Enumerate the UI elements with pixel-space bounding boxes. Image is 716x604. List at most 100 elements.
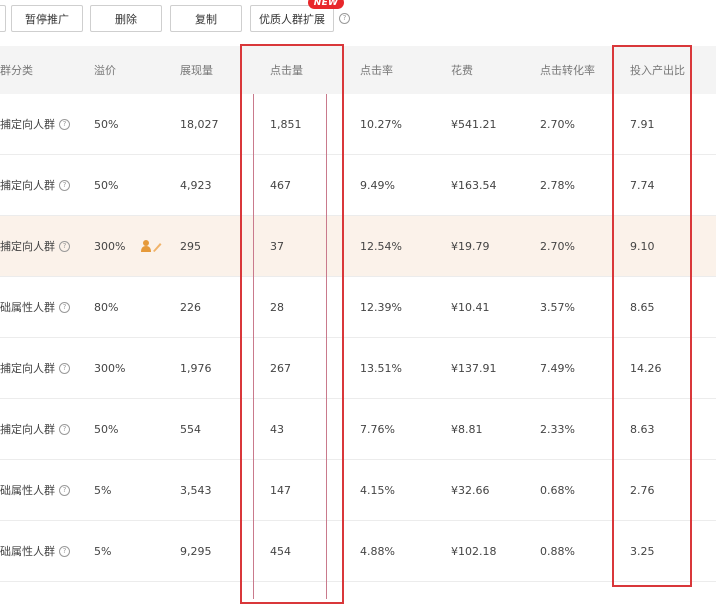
row-premium-text: 50% bbox=[94, 117, 119, 131]
help-icon[interactable]: ? bbox=[59, 423, 70, 435]
row-roi-text: 14.26 bbox=[630, 361, 662, 375]
row-ctr-text: 12.39% bbox=[360, 300, 402, 314]
row-cost-text: ¥102.18 bbox=[451, 544, 497, 558]
row-category: 捕定向人群? bbox=[0, 94, 70, 154]
help-icon[interactable]: ? bbox=[339, 13, 350, 24]
header-premium[interactable]: 溢价 bbox=[94, 46, 116, 94]
row-impressions: 295 bbox=[180, 216, 201, 276]
table-row[interactable]: 捕定向人群? 300% 1,976 267 13.51% ¥137.91 7.49% 14.2… bbox=[0, 338, 716, 399]
row-roi-text: 3.25 bbox=[630, 544, 655, 558]
toolbar: 暂停推广 删除 复制 优质人群扩展 NEW ? bbox=[0, 0, 716, 40]
row-cvr-text: 2.70% bbox=[540, 239, 575, 253]
row-premium: 5% bbox=[94, 521, 111, 581]
help-icon[interactable]: ? bbox=[59, 484, 70, 496]
row-ctr-text: 12.54% bbox=[360, 239, 402, 253]
header-roi[interactable]: 投入产出比 bbox=[630, 46, 685, 94]
row-clicks-text: 28 bbox=[270, 300, 284, 314]
help-icon[interactable]: ? bbox=[59, 301, 70, 313]
row-premium-text: 5% bbox=[94, 544, 112, 558]
table-header: 群分类 溢价 展现量 点击量 点击率 花费 点击转化率 投入产出比 bbox=[0, 46, 716, 94]
row-impressions: 18,027 bbox=[180, 94, 219, 154]
edit-premium-icon[interactable] bbox=[140, 239, 162, 253]
row-premium: 50% bbox=[94, 399, 118, 459]
table-row[interactable]: 捕定向人群? 50% 18,027 1,851 10.27% ¥541.21 2.70% 7.… bbox=[0, 94, 716, 155]
row-premium: 50% bbox=[94, 94, 118, 154]
row-cost-text: ¥163.54 bbox=[451, 178, 497, 192]
row-cvr: 2.70% bbox=[540, 216, 575, 276]
row-roi: 14.26 bbox=[630, 338, 662, 398]
row-ctr-text: 10.27% bbox=[360, 117, 402, 131]
row-ctr-text: 13.51% bbox=[360, 361, 402, 375]
table-row[interactable]: 础属性人群? 5% 3,543 147 4.15% ¥32.66 0.68% 2.76 bbox=[0, 460, 716, 521]
help-icon[interactable]: ? bbox=[59, 179, 70, 191]
row-premium-text: 50% bbox=[94, 422, 119, 436]
header-cost[interactable]: 花费 bbox=[451, 46, 473, 94]
row-ctr: 4.15% bbox=[360, 460, 395, 520]
delete-button[interactable]: 删除 bbox=[90, 5, 162, 32]
row-impressions-text: 295 bbox=[180, 239, 201, 253]
row-cost: ¥137.91 bbox=[451, 338, 497, 398]
row-category-text: 捕定向人群 bbox=[0, 240, 55, 253]
row-category: 捕定向人群? bbox=[0, 155, 70, 215]
header-clicks[interactable]: 点击量 bbox=[270, 46, 303, 94]
row-roi: 2.76 bbox=[630, 460, 655, 520]
row-category: 础属性人群? bbox=[0, 460, 70, 520]
row-cost-text: ¥541.21 bbox=[451, 117, 497, 131]
row-impressions-text: 18,027 bbox=[180, 117, 219, 131]
row-clicks: 467 bbox=[270, 155, 291, 215]
row-category: 捕定向人群? bbox=[0, 216, 70, 276]
help-icon[interactable]: ? bbox=[59, 362, 70, 374]
row-cvr-text: 2.78% bbox=[540, 178, 575, 192]
row-clicks-text: 37 bbox=[270, 239, 284, 253]
row-cvr: 7.49% bbox=[540, 338, 575, 398]
copy-button[interactable]: 复制 bbox=[170, 5, 242, 32]
pause-promotion-button[interactable]: 暂停推广 bbox=[11, 5, 83, 32]
row-category-text: 捕定向人群 bbox=[0, 423, 55, 436]
row-impressions: 554 bbox=[180, 399, 201, 459]
row-ctr: 13.51% bbox=[360, 338, 402, 398]
row-cost: ¥19.79 bbox=[451, 216, 490, 276]
row-impressions-text: 4,923 bbox=[180, 178, 212, 192]
quality-audience-expand-button[interactable]: 优质人群扩展 bbox=[250, 5, 334, 32]
table-row[interactable]: 捕定向人群? 50% 4,923 467 9.49% ¥163.54 2.78% 7.74 bbox=[0, 155, 716, 216]
more-button[interactable] bbox=[0, 5, 6, 32]
row-category-text: 础属性人群 bbox=[0, 545, 55, 558]
row-impressions: 4,923 bbox=[180, 155, 212, 215]
row-cost: ¥102.18 bbox=[451, 521, 497, 581]
row-roi-text: 8.65 bbox=[630, 300, 655, 314]
row-roi-text: 7.74 bbox=[630, 178, 655, 192]
row-cvr: 2.33% bbox=[540, 399, 575, 459]
row-ctr-text: 9.49% bbox=[360, 178, 395, 192]
row-cvr-text: 0.68% bbox=[540, 483, 575, 497]
help-icon[interactable]: ? bbox=[59, 240, 70, 252]
new-badge: NEW bbox=[308, 0, 344, 9]
row-ctr: 7.76% bbox=[360, 399, 395, 459]
help-icon[interactable]: ? bbox=[59, 118, 70, 130]
row-clicks: 147 bbox=[270, 460, 291, 520]
row-category: 捕定向人群? bbox=[0, 338, 70, 398]
header-impressions[interactable]: 展现量 bbox=[180, 46, 213, 94]
header-category[interactable]: 群分类 bbox=[0, 46, 33, 94]
header-ctr[interactable]: 点击率 bbox=[360, 46, 393, 94]
row-clicks: 1,851 bbox=[270, 94, 302, 154]
row-cost-text: ¥32.66 bbox=[451, 483, 490, 497]
row-category-text: 捕定向人群 bbox=[0, 118, 55, 131]
table-row[interactable]: 础属性人群? 80% 226 28 12.39% ¥10.41 3.57% 8.65 bbox=[0, 277, 716, 338]
row-impressions: 226 bbox=[180, 277, 201, 337]
table-row[interactable]: 础属性人群? 5% 9,295 454 4.88% ¥102.18 0.88% 3.25 bbox=[0, 521, 716, 582]
row-category: 础属性人群? bbox=[0, 277, 70, 337]
row-category-text: 捕定向人群 bbox=[0, 179, 55, 192]
header-cvr[interactable]: 点击转化率 bbox=[540, 46, 595, 94]
row-premium: 300% bbox=[94, 216, 125, 276]
row-category: 捕定向人群? bbox=[0, 399, 70, 459]
row-premium-text: 50% bbox=[94, 178, 119, 192]
row-impressions-text: 3,543 bbox=[180, 483, 212, 497]
row-roi-text: 2.76 bbox=[630, 483, 655, 497]
row-roi: 3.25 bbox=[630, 521, 655, 581]
table-row[interactable]: 捕定向人群? 50% 554 43 7.76% ¥8.81 2.33% 8.63 bbox=[0, 399, 716, 460]
row-roi: 8.65 bbox=[630, 277, 655, 337]
row-roi: 9.10 bbox=[630, 216, 655, 276]
row-category-text: 捕定向人群 bbox=[0, 362, 55, 375]
help-icon[interactable]: ? bbox=[59, 545, 70, 557]
table-row[interactable]: 捕定向人群? 300% 295 37 12.54% ¥19.79 2.70% 9.10 bbox=[0, 216, 716, 277]
